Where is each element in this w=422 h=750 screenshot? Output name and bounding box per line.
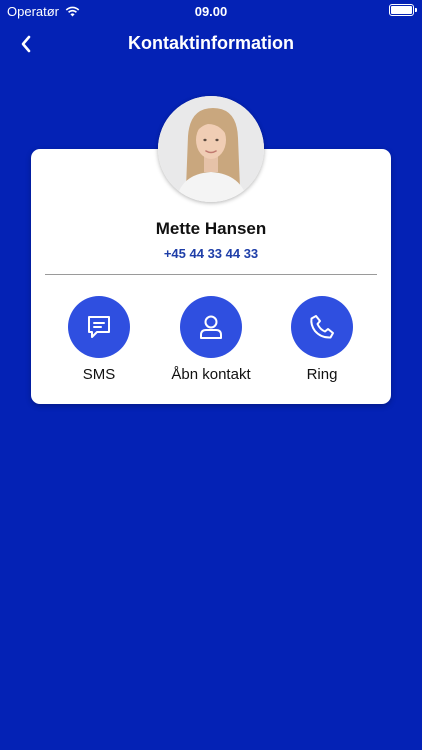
avatar [158, 96, 264, 202]
status-bar: Operatør 09.00 [0, 0, 422, 22]
ring-label: Ring [306, 366, 338, 383]
profile-photo [158, 96, 264, 202]
message-icon [88, 316, 110, 338]
open-contact-circle[interactable] [180, 296, 242, 358]
phone-icon [310, 315, 334, 339]
contact-name: Mette Hansen [155, 219, 267, 238]
nav-bar: Kontaktinformation [0, 22, 422, 66]
divider [45, 274, 377, 275]
sms-button[interactable]: SMS [44, 296, 154, 383]
contact-phone[interactable]: +45 44 33 44 33 [31, 246, 391, 261]
status-clock: 09.00 [194, 4, 228, 19]
ring-circle[interactable] [291, 296, 353, 358]
person-icon [200, 315, 222, 339]
ring-button[interactable]: Ring [267, 296, 377, 383]
sms-circle[interactable] [68, 296, 130, 358]
open-contact-button[interactable]: Åbn kontakt [156, 296, 266, 383]
sms-label: SMS [82, 366, 116, 383]
page-title: Kontaktinformation [128, 33, 294, 53]
open-contact-label: Åbn kontakt [171, 366, 251, 383]
battery-icon [389, 4, 417, 16]
